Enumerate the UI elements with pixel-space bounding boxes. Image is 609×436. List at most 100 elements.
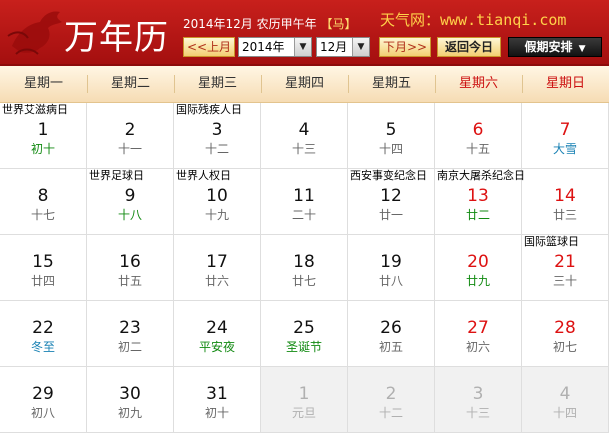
weekday-label: 星期日 <box>545 76 585 91</box>
day-cell[interactable]: 25 圣诞节 <box>261 301 348 367</box>
day-number: 22 <box>32 318 54 338</box>
event-label: 世界艾滋病日 <box>2 103 68 116</box>
day-cell[interactable]: 27 初六 <box>435 301 522 367</box>
day-number: 10 <box>206 186 228 206</box>
next-month-button[interactable]: 下月>> <box>379 37 431 57</box>
day-cell[interactable]: 16 廿五 <box>87 235 174 301</box>
day-number: 18 <box>293 252 315 272</box>
lunar-day: 十四 <box>378 142 403 156</box>
day-cell[interactable]: 国际篮球日 21 三十 <box>522 235 609 301</box>
day-number: 1 <box>298 384 310 404</box>
month-select[interactable]: 12月 ▼ <box>316 37 370 57</box>
day-cell[interactable]: 2 十二 <box>348 367 435 433</box>
lunar-day: 廿四 <box>30 274 55 288</box>
day-cell[interactable]: 14 廿三 <box>522 169 609 235</box>
year-dropdown-arrow-icon[interactable]: ▼ <box>294 38 311 56</box>
weekday-header: 星期一 星期二 星期三 星期四 星期五 星期六 星期日 <box>0 66 609 103</box>
day-cell[interactable]: 5 十四 <box>348 103 435 169</box>
day-cell[interactable]: 4 十三 <box>261 103 348 169</box>
day-cell[interactable]: 世界人权日 10 十九 <box>174 169 261 235</box>
day-cell[interactable]: 31 初十 <box>174 367 261 433</box>
weekday-label: 星期五 <box>371 76 411 91</box>
day-cell[interactable]: 18 廿七 <box>261 235 348 301</box>
lunar-day: 廿六 <box>204 274 229 288</box>
lunar-day: 十八 <box>117 208 142 222</box>
day-cell[interactable]: 西安事变纪念日 12 廿一 <box>348 169 435 235</box>
lunar-day: 十九 <box>204 208 229 222</box>
day-cell[interactable]: 22 冬至 <box>0 301 87 367</box>
lunar-day: 圣诞节 <box>285 340 322 354</box>
year-select-value: 2014年 <box>242 40 285 54</box>
day-cell[interactable]: 15 廿四 <box>0 235 87 301</box>
day-cell[interactable]: 3 十三 <box>435 367 522 433</box>
day-number: 20 <box>467 252 489 272</box>
day-cell[interactable]: 国际残疾人日 3 十二 <box>174 103 261 169</box>
day-cell[interactable]: 8 十七 <box>0 169 87 235</box>
day-number: 16 <box>119 252 141 272</box>
day-number: 31 <box>206 384 228 404</box>
weekday-label: 星期六 <box>458 76 498 91</box>
event-label: 西安事变纪念日 <box>350 169 427 182</box>
month-select-value: 12月 <box>320 40 348 54</box>
weekday-separator <box>522 75 523 93</box>
lunar-day: 二十 <box>291 208 316 222</box>
calendar-header: 万年历 2014年12月 农历甲午年 【马】 天气网：www.tianqi.co… <box>0 0 609 66</box>
lunar-day: 十三 <box>291 142 316 156</box>
lunar-day: 初七 <box>552 340 577 354</box>
lunar-day: 平安夜 <box>198 340 235 354</box>
weekday-separator <box>261 75 262 93</box>
lunar-day: 十一 <box>117 142 142 156</box>
lunar-day: 十四 <box>552 406 577 420</box>
day-cell[interactable]: 11 二十 <box>261 169 348 235</box>
day-cell[interactable]: 7 大雪 <box>522 103 609 169</box>
day-number: 29 <box>32 384 54 404</box>
day-cell[interactable]: 6 十五 <box>435 103 522 169</box>
day-number: 24 <box>206 318 228 338</box>
prev-month-button[interactable]: <<上月 <box>183 37 235 57</box>
lunar-day: 廿二 <box>465 208 490 222</box>
day-cell[interactable]: 2 十一 <box>87 103 174 169</box>
year-select[interactable]: 2014年 ▼ <box>238 37 312 57</box>
lunar-day: 廿八 <box>378 274 403 288</box>
day-number: 28 <box>554 318 576 338</box>
day-cell[interactable]: 30 初九 <box>87 367 174 433</box>
day-cell[interactable]: 23 初二 <box>87 301 174 367</box>
holiday-schedule-button[interactable]: 假期安排 ▼ <box>508 37 602 57</box>
day-cell[interactable]: 17 廿六 <box>174 235 261 301</box>
day-number: 30 <box>119 384 141 404</box>
site-link[interactable]: 天气网：www.tianqi.com <box>380 9 566 30</box>
day-cell[interactable]: 4 十四 <box>522 367 609 433</box>
day-number: 9 <box>124 186 136 206</box>
day-cell[interactable]: 28 初七 <box>522 301 609 367</box>
holiday-dropdown-icon: ▼ <box>578 44 586 54</box>
day-cell[interactable]: 世界足球日 9 十八 <box>87 169 174 235</box>
lunar-day: 大雪 <box>552 142 577 156</box>
weekday-label: 星期三 <box>197 76 237 91</box>
weekday-separator <box>348 75 349 93</box>
day-cell[interactable]: 29 初八 <box>0 367 87 433</box>
day-number: 14 <box>554 186 576 206</box>
weekday-label: 星期一 <box>23 76 63 91</box>
day-number: 8 <box>37 186 49 206</box>
weekday-label: 星期二 <box>110 76 150 91</box>
day-cell[interactable]: 世界艾滋病日 1 初十 <box>0 103 87 169</box>
month-dropdown-arrow-icon[interactable]: ▼ <box>352 38 369 56</box>
day-cell[interactable]: 24 平安夜 <box>174 301 261 367</box>
day-cell[interactable]: 20 廿九 <box>435 235 522 301</box>
event-label: 国际残疾人日 <box>176 103 242 116</box>
day-cell[interactable]: 26 初五 <box>348 301 435 367</box>
return-today-button[interactable]: 返回今日 <box>437 37 501 57</box>
lunar-day: 初十 <box>204 406 229 420</box>
lunar-day: 十三 <box>465 406 490 420</box>
day-cell[interactable]: 1 元旦 <box>261 367 348 433</box>
day-cell[interactable]: 南京大屠杀纪念日 13 廿二 <box>435 169 525 235</box>
weekday-separator <box>87 75 88 93</box>
lunar-day: 十二 <box>378 406 403 420</box>
event-label: 世界人权日 <box>176 169 231 182</box>
day-cell[interactable]: 19 廿八 <box>348 235 435 301</box>
lunar-day: 初十 <box>30 142 55 156</box>
lunar-day: 廿五 <box>117 274 142 288</box>
lunar-day: 初九 <box>117 406 142 420</box>
day-number: 15 <box>32 252 54 272</box>
event-label: 世界足球日 <box>89 169 144 182</box>
